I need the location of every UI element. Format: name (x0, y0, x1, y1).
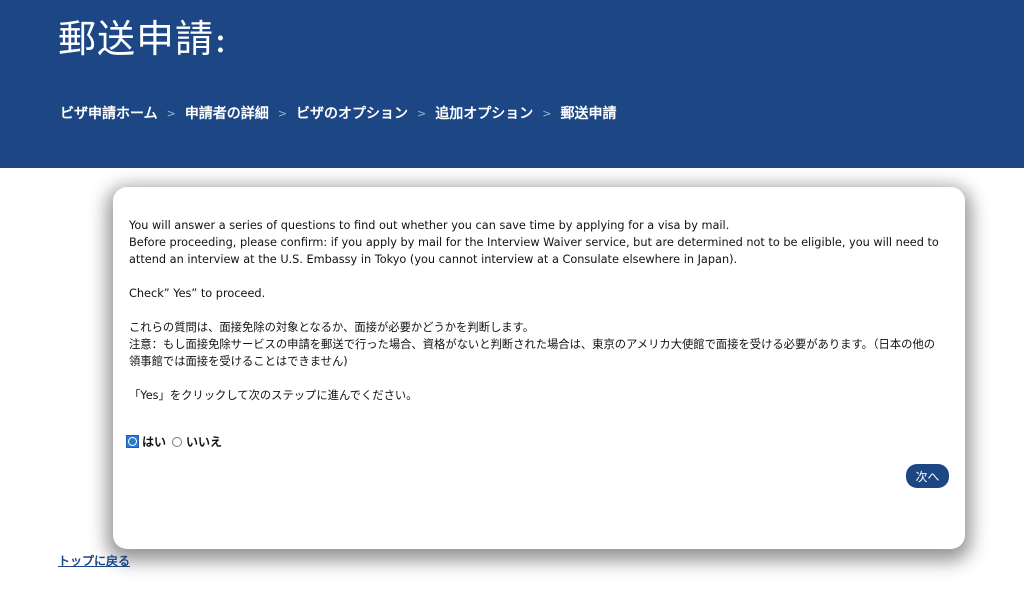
breadcrumb-separator: > (417, 106, 427, 120)
yes-no-radio-group: はい いいえ (126, 433, 222, 450)
breadcrumb-separator: > (166, 106, 176, 120)
mail-application-card: You will answer a series of questions to… (113, 187, 965, 549)
breadcrumb-visa-options[interactable]: ビザのオプション (296, 103, 408, 123)
breadcrumb-mail-application: 郵送申請 (560, 106, 617, 122)
breadcrumb-separator: > (542, 106, 552, 120)
back-to-top-link[interactable]: トップに戻る (58, 552, 130, 569)
radio-no-label[interactable]: いいえ (186, 433, 222, 450)
breadcrumb: ビザ申請ホーム > 申請者の詳細 > ビザのオプション > 追加オプション > … (60, 103, 616, 123)
jp-notice-text: 注意：もし面接免除サービスの申請を郵送で行った場合、資格がないと判断された場合は… (129, 338, 936, 368)
page-header: 郵送申請: ビザ申請ホーム > 申請者の詳細 > ビザのオプション > 追加オプ… (0, 0, 1024, 168)
radio-yes-label[interactable]: はい (142, 433, 166, 450)
next-button[interactable]: 次へ (906, 464, 949, 488)
breadcrumb-visa-home[interactable]: ビザ申請ホーム (60, 103, 158, 123)
jp-click-yes-text: 「Yes」をクリックして次のステップに進んでください。 (129, 389, 418, 402)
radio-yes[interactable] (126, 435, 139, 448)
jp-intro-text: これらの質問は、面接免除の対象となるか、面接が必要かどうかを判断します。 (129, 321, 534, 334)
instructions: You will answer a series of questions to… (129, 217, 941, 404)
radio-no[interactable] (172, 436, 183, 447)
confirmation-text: Before proceeding, please confirm: if yo… (129, 236, 939, 266)
intro-text: You will answer a series of questions to… (129, 219, 730, 232)
breadcrumb-additional-options[interactable]: 追加オプション (435, 103, 533, 123)
breadcrumb-separator: > (277, 106, 288, 120)
check-yes-text: Check” Yes” to proceed. (129, 287, 266, 300)
breadcrumb-applicant-details[interactable]: 申請者の詳細 (185, 103, 269, 123)
page-title: 郵送申請: (58, 17, 228, 61)
